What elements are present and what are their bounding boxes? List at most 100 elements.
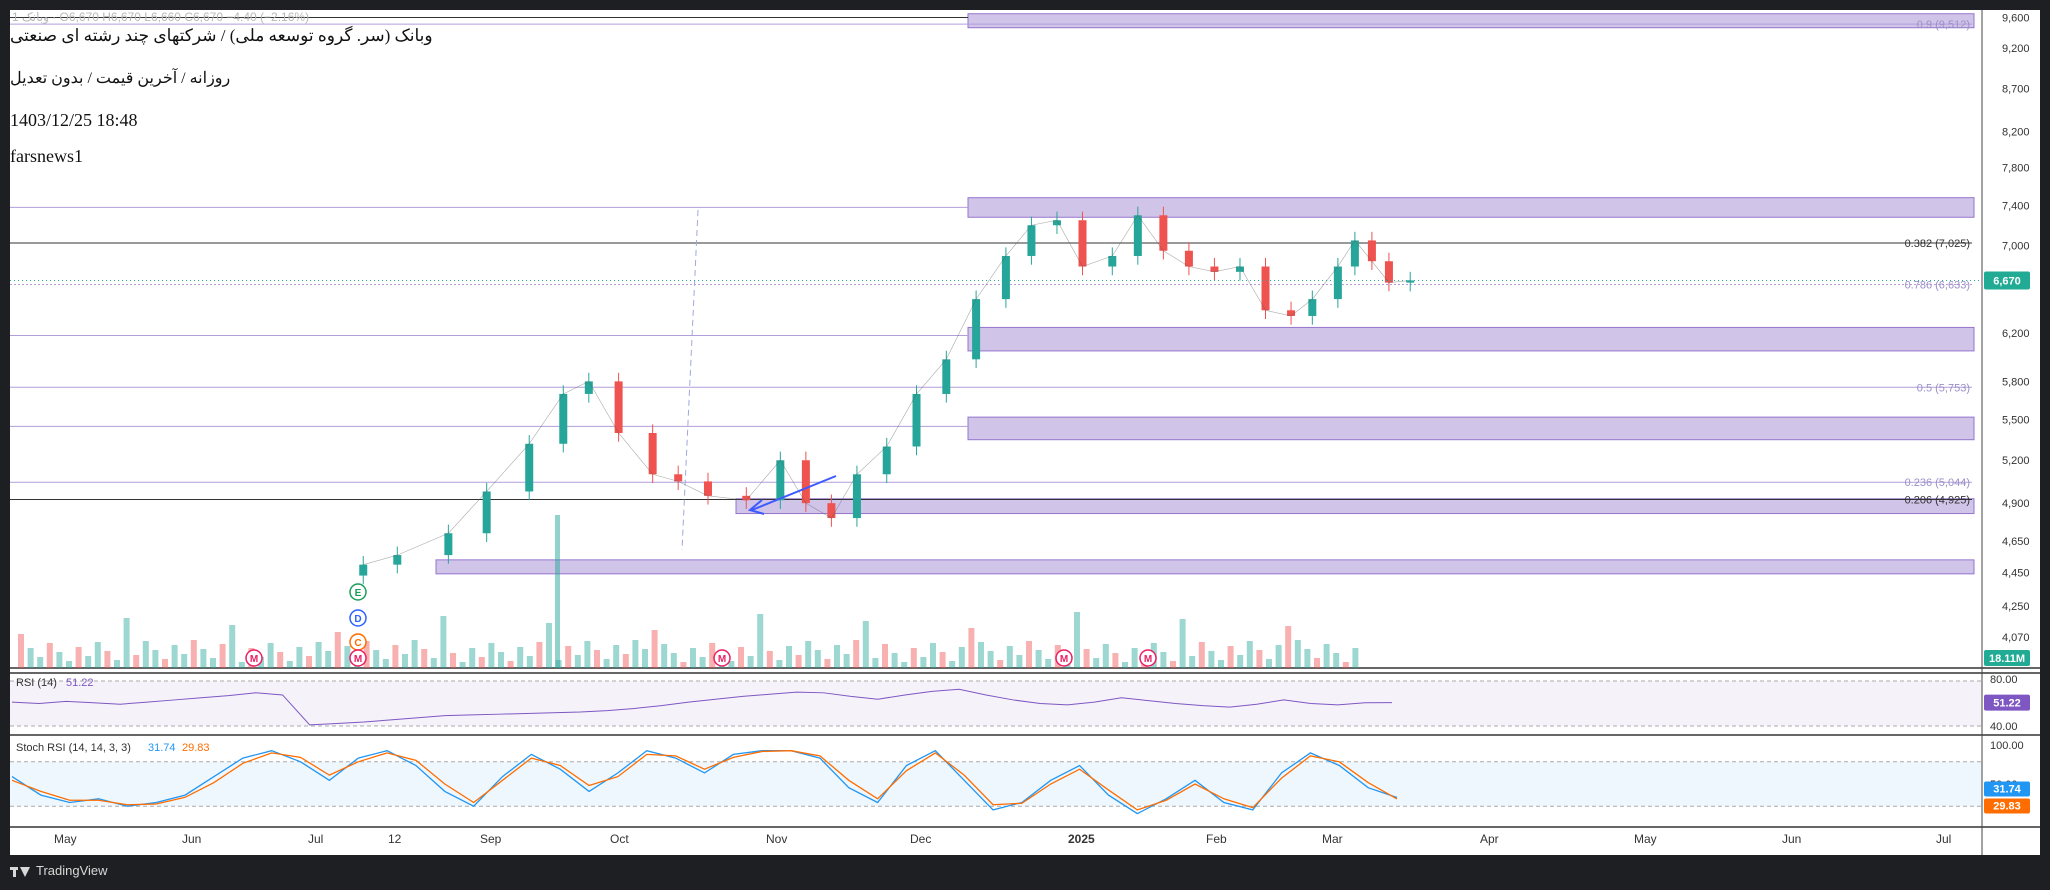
price-tick-label: 7,000 [2002, 241, 2030, 253]
volume-bar [632, 640, 639, 668]
volume-bar [507, 661, 514, 668]
time-axis-label: May [1634, 832, 1657, 846]
footer-brand[interactable]: TradingView [10, 863, 108, 878]
volume-bar [56, 652, 63, 668]
volume-bar [1285, 626, 1292, 668]
volume-bar [296, 647, 303, 668]
time-axis-label: 12 [388, 832, 402, 846]
volume-badge-label: 18.11M [1989, 653, 2025, 665]
stoch-d-badge-label: 29.83 [1993, 801, 2021, 813]
event-marker-icon: D [349, 609, 367, 627]
volume-bar [670, 653, 677, 668]
volume-bar [469, 648, 476, 668]
volume-bar [930, 643, 936, 668]
candle-body [776, 460, 785, 501]
volume-bar [987, 651, 994, 668]
price-tick-label: 5,200 [2002, 455, 2030, 467]
volume-bar [123, 618, 130, 668]
volume-bar [440, 616, 447, 668]
volume-bar [738, 647, 744, 668]
candle-body [648, 432, 657, 475]
event-marker-icon: M [245, 649, 263, 667]
event-marker-icon: M [1055, 649, 1073, 667]
price-tick-label: 5,800 [2002, 376, 2030, 388]
volume-bar [1294, 640, 1301, 668]
volume-bar [306, 656, 312, 668]
candle-body [559, 393, 568, 444]
price-tick-label: 4,450 [2002, 568, 2030, 580]
time-axis-label: May [54, 832, 77, 846]
candle-body [444, 533, 453, 556]
volume-bar [939, 652, 946, 668]
rsi-title: RSI (14) [16, 677, 57, 689]
time-axis-label: Feb [1206, 832, 1227, 846]
volume-bar [776, 660, 783, 668]
volume-bar [1218, 660, 1224, 668]
time-axis-label: Jul [308, 832, 323, 846]
volume-bar [315, 642, 322, 668]
volume-bar [37, 657, 44, 668]
volume-bar [661, 644, 668, 668]
chart-frame: 0.236 (5,044) 0.5 (5,753) 0.786 (6,633) 0.3… [10, 10, 2040, 855]
volume-bar [114, 660, 120, 668]
chart-canvas[interactable]: 0.236 (5,044) 0.5 (5,753) 0.786 (6,633) 0.3… [10, 10, 2040, 855]
volume-bar [1314, 658, 1320, 668]
volume-bar [210, 658, 216, 668]
event-marker-letter: M [354, 654, 362, 665]
symbol-title: وبانک (سر. گروه توسعه ملی) / شرکتهای چند… [10, 26, 433, 45]
time-axis-label: Mar [1322, 832, 1343, 846]
volume-bar [162, 659, 168, 668]
fib-level-label: 0.206 (4,925) [1905, 494, 1970, 506]
candle-body [1261, 266, 1270, 311]
stoch-title: Stoch RSI (14, 14, 3, 3) [16, 742, 131, 754]
candle-body [827, 503, 836, 519]
volume-bar [536, 642, 543, 668]
volume-bar [1342, 662, 1349, 668]
fib-level-label: 0.9 (9,512) [1917, 19, 1970, 31]
candle-body [359, 564, 368, 576]
candle-body [912, 393, 921, 447]
volume-bar [133, 655, 140, 668]
volume-bar [786, 646, 792, 668]
volume-bar [862, 621, 869, 668]
volume-bar [1189, 656, 1196, 668]
candle-body [1184, 250, 1193, 267]
volume-spike-bar [555, 515, 560, 668]
event-marker-letter: M [718, 654, 726, 665]
rsi-badge-label: 51.22 [1993, 698, 2021, 710]
series-subtitle: روزانه / آخرین قیمت / بدون تعدیل [10, 70, 231, 87]
volume-bar [181, 654, 188, 668]
volume-bar [1035, 650, 1042, 668]
candle-body [1027, 225, 1036, 256]
volume-bar [1333, 653, 1340, 668]
time-axis-label: Sep [480, 832, 502, 846]
last-price-label: 6,670 [1993, 275, 2021, 287]
candle-body [703, 481, 712, 496]
volume-bar [795, 655, 802, 668]
time-axis-label: 2025 [1068, 832, 1095, 846]
volume-bar [498, 652, 504, 668]
event-marker-letter: M [1060, 654, 1068, 665]
volume-bar [814, 650, 821, 668]
volume-bar [229, 625, 236, 668]
candle-body [1108, 255, 1117, 267]
volume-bar [286, 661, 293, 668]
time-axis-label: Jun [1782, 832, 1801, 846]
volume-bar [1112, 653, 1119, 668]
volume-bar [1045, 659, 1052, 668]
event-marker-icon: M [1139, 649, 1157, 667]
ohlc-readout: 1 وبانک · O6,670 H6,670 L6,660 C6,670 −4… [12, 10, 310, 24]
volume-bar [1304, 649, 1311, 668]
candle-body [525, 443, 534, 492]
time-axis-label: Jun [182, 832, 201, 846]
price-tick-label: 4,900 [2002, 498, 2030, 510]
volume-bar [18, 634, 24, 668]
volume-bar [85, 656, 92, 668]
volume-bar [478, 657, 485, 668]
volume-bar [766, 651, 773, 668]
volume-bar [1093, 658, 1100, 668]
stoch-k-inline: 31.74 [148, 742, 176, 754]
fib-level-label: 0.786 (6,633) [1905, 279, 1970, 291]
volume-bar [411, 640, 418, 668]
price-tick-label: 9,600 [2002, 12, 2030, 24]
